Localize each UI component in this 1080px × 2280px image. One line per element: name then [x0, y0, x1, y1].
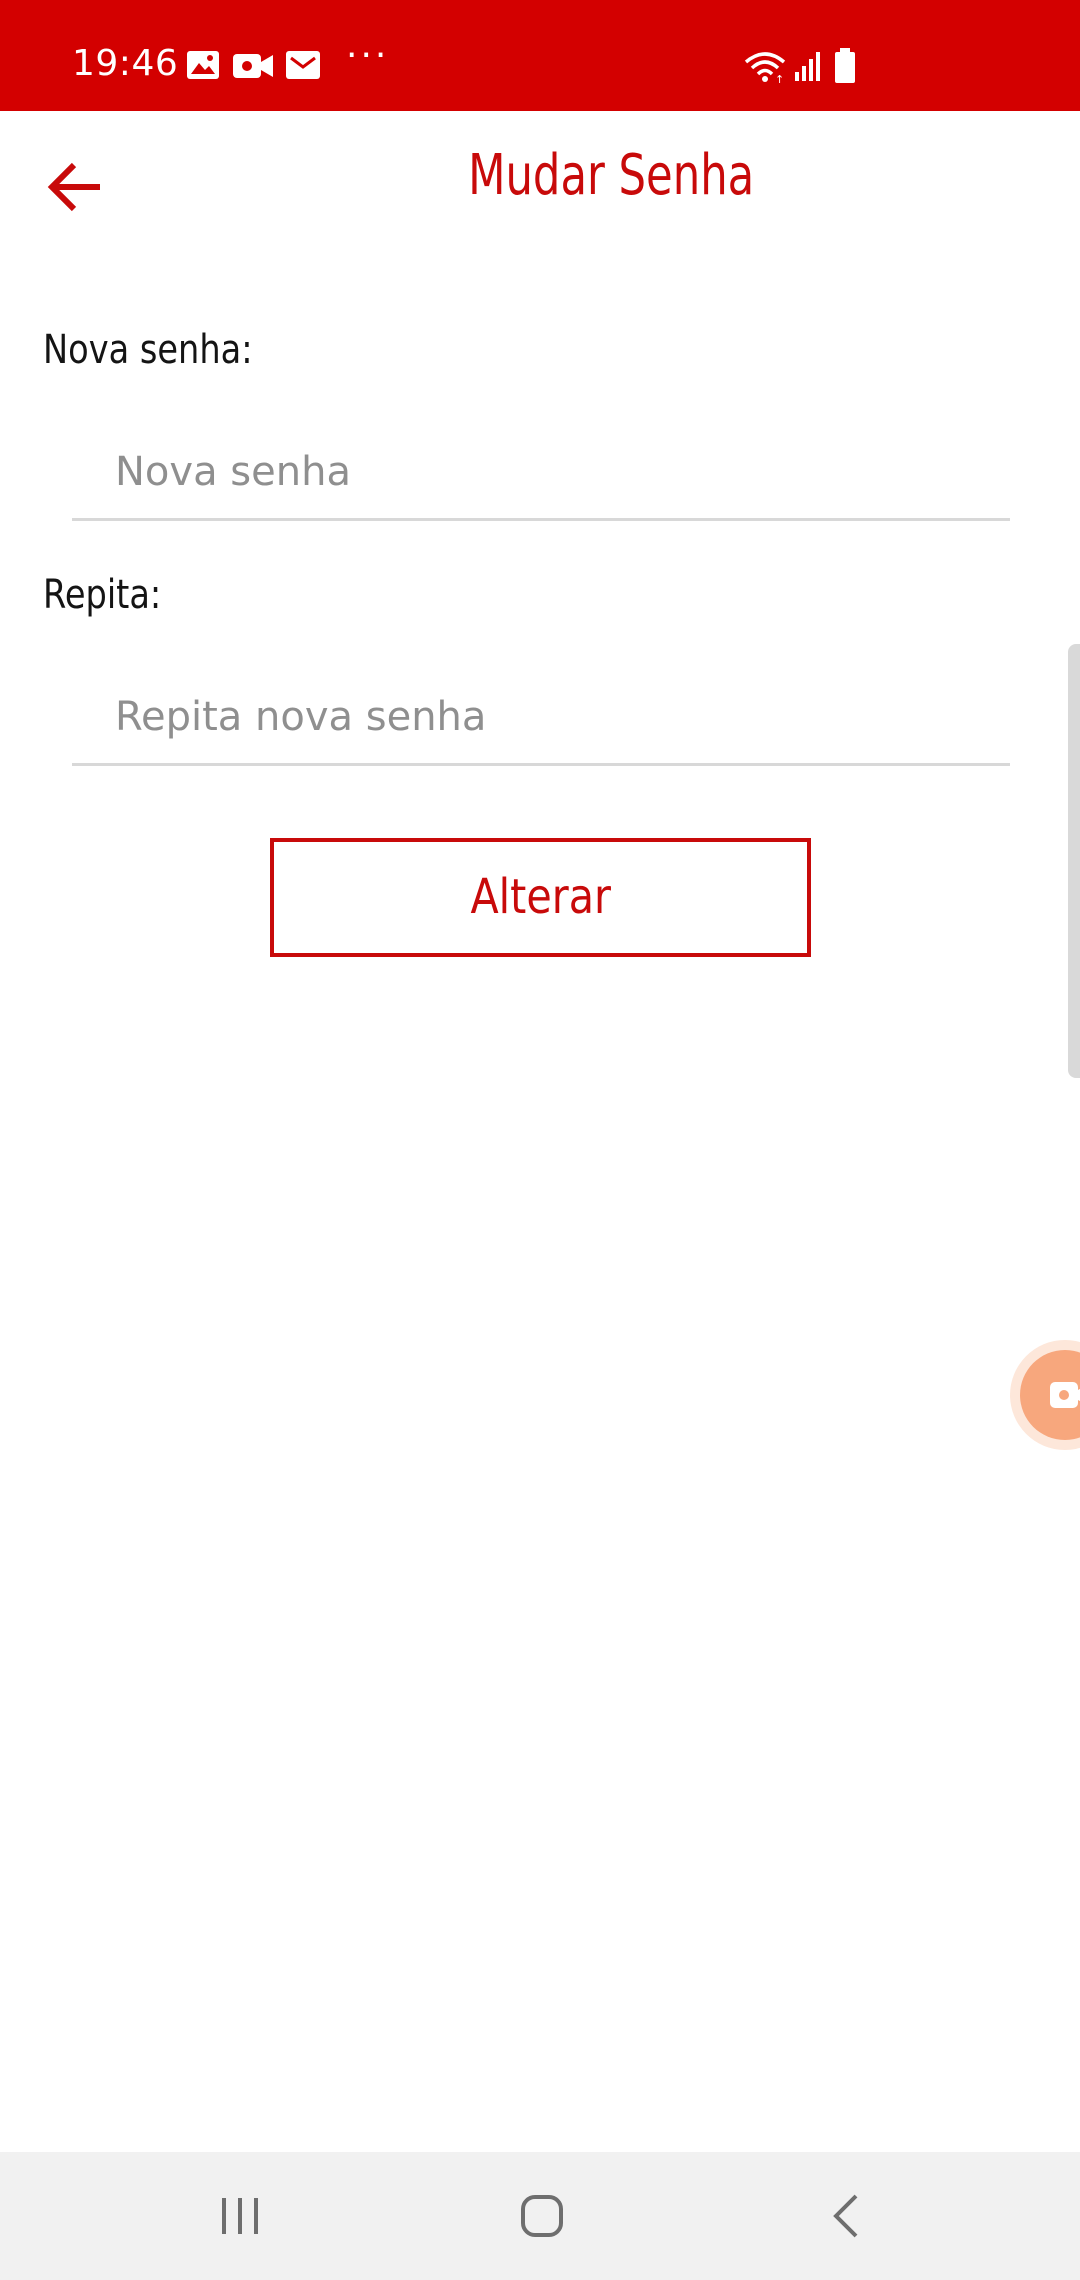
home-button[interactable]	[502, 2176, 582, 2256]
recents-icon	[222, 2198, 258, 2234]
new-password-label: Nova senha:	[43, 327, 253, 373]
new-password-field[interactable]	[72, 425, 1010, 521]
back-nav-button[interactable]	[806, 2176, 886, 2256]
repeat-password-label: Repita:	[43, 572, 162, 618]
video-camera-icon	[233, 54, 273, 78]
page-title: Mudar Senha	[468, 143, 755, 208]
alterar-button-label: Alterar	[470, 869, 611, 925]
mail-icon	[286, 51, 320, 79]
svg-text:↑↓: ↑↓	[775, 73, 786, 84]
app-bar: Mudar Senha	[0, 111, 1080, 259]
status-bar: 19:46 ··· ↑↓	[0, 0, 1080, 111]
status-time: 19:46	[72, 43, 179, 84]
more-dots-icon: ···	[346, 35, 390, 76]
alterar-button[interactable]: Alterar	[270, 838, 811, 957]
repeat-password-field[interactable]	[72, 670, 1010, 766]
back-chevron-icon	[833, 2194, 858, 2238]
floating-recorder-bubble[interactable]	[1010, 1340, 1080, 1450]
signal-icon	[795, 52, 820, 81]
home-icon	[521, 2195, 563, 2237]
video-camera-icon	[1050, 1382, 1080, 1408]
image-icon	[187, 51, 219, 79]
floating-recorder-inner	[1020, 1350, 1080, 1440]
battery-icon	[835, 48, 855, 83]
recents-button[interactable]	[200, 2176, 280, 2256]
edge-panel-handle[interactable]	[1068, 644, 1080, 1078]
system-nav-bar	[0, 2152, 1080, 2280]
change-password-screen: 19:46 ··· ↑↓	[0, 0, 1080, 2280]
wifi-icon: ↑↓	[744, 52, 786, 84]
